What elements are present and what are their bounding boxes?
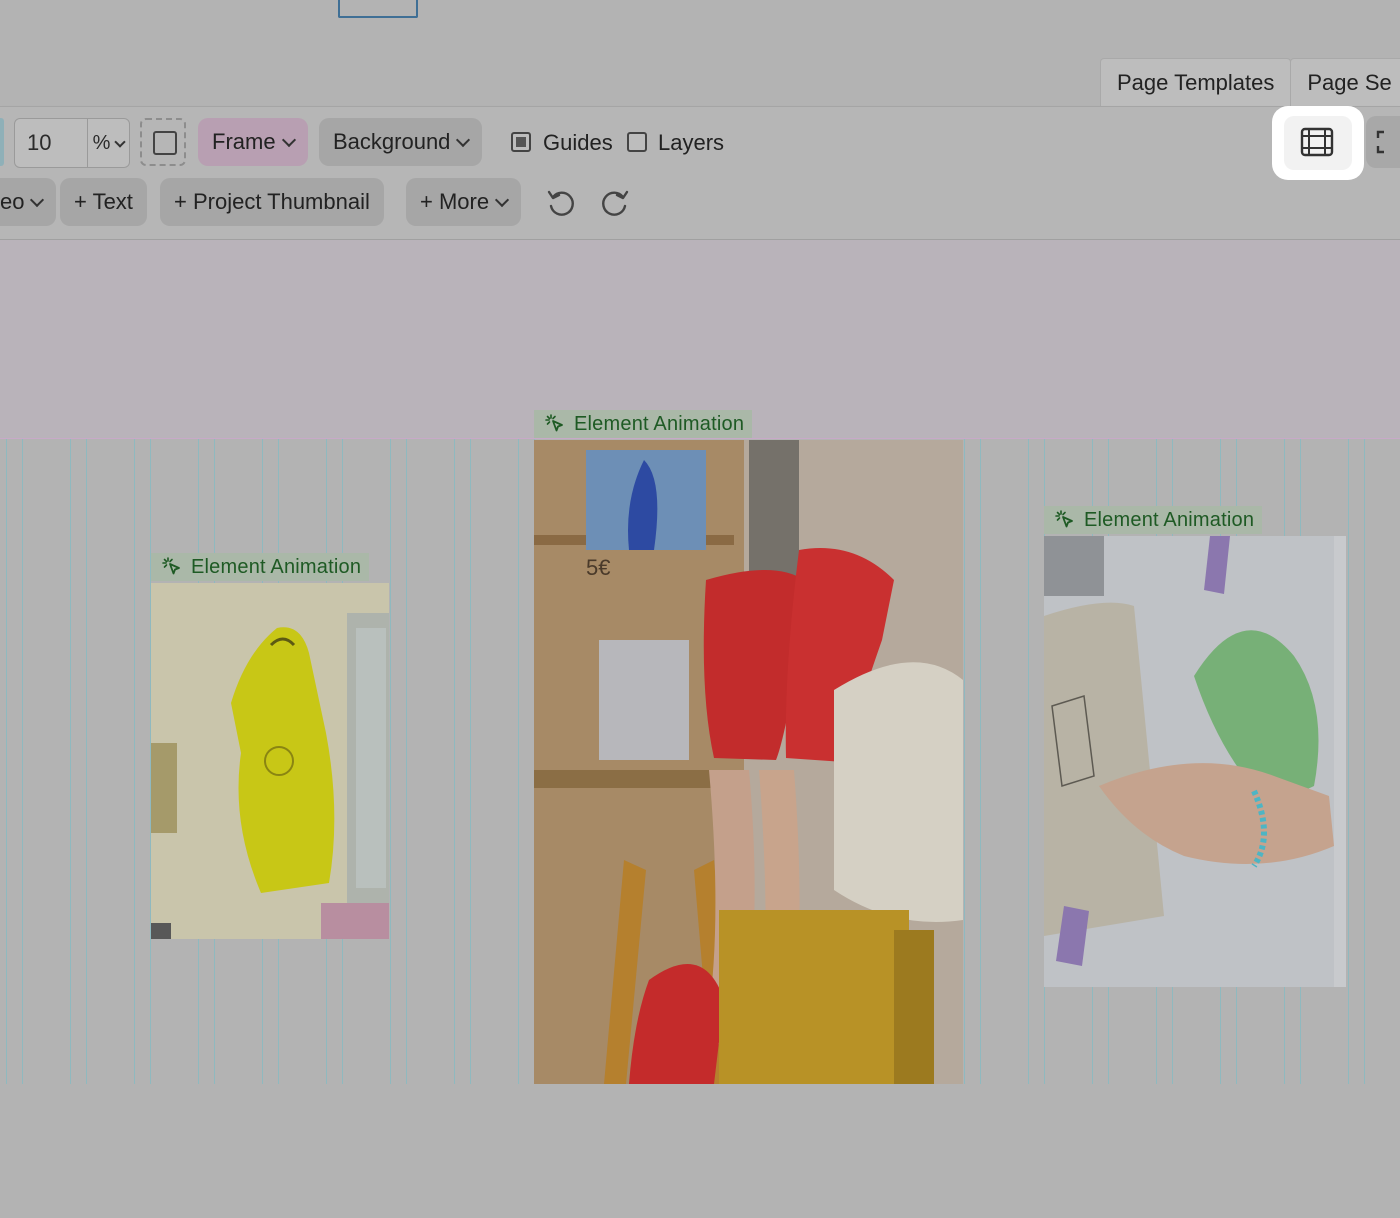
canvas-bottom-area — [0, 1084, 1400, 1218]
guides-checkbox[interactable] — [511, 132, 531, 152]
video-dropdown[interactable]: eo — [0, 178, 57, 226]
redo-icon[interactable] — [598, 186, 632, 220]
svg-text:5€: 5€ — [586, 555, 610, 580]
red-boots-photo[interactable]: 5€ — [534, 440, 963, 1084]
tab-page-templates[interactable]: Page Templates — [1100, 58, 1292, 107]
layers-checkbox[interactable] — [627, 132, 647, 152]
yellow-raincoat-illustration — [151, 583, 389, 939]
red-boots-illustration: 5€ — [534, 440, 963, 1084]
chevron-down-icon — [30, 192, 45, 208]
element-animation-tag[interactable]: Element Animation — [151, 553, 370, 581]
element-animation-tag[interactable]: Element Animation — [534, 410, 753, 438]
tab-page-settings[interactable]: Page Se — [1290, 58, 1400, 107]
frame-label: Frame — [212, 129, 276, 154]
film-strip-icon — [1300, 127, 1334, 157]
sparkle-cursor-icon — [545, 414, 563, 432]
sparkle-cursor-icon — [1055, 510, 1073, 528]
grid-unit-label: % — [92, 132, 111, 154]
more-label: + More — [420, 189, 490, 214]
yellow-raincoat-photo[interactable] — [151, 583, 389, 939]
hand-drawing-illustration — [1044, 536, 1346, 987]
guides-label: Guides — [543, 130, 613, 155]
animation-tag-label: Element Animation — [574, 413, 745, 435]
frame-outline-toggle[interactable] — [140, 118, 186, 166]
chevron-down-icon — [456, 132, 471, 148]
layers-label: Layers — [658, 130, 725, 155]
undo-icon[interactable] — [544, 186, 578, 220]
top-strip — [0, 0, 1400, 60]
grid-size-value[interactable]: 10 — [15, 119, 88, 167]
color-swatch-edge[interactable] — [0, 118, 4, 166]
sparkle-cursor-icon — [162, 557, 180, 575]
selected-tab-outline[interactable] — [338, 0, 418, 18]
chevron-down-icon — [281, 132, 296, 148]
fullscreen-button[interactable] — [1366, 116, 1400, 168]
background-label: Background — [333, 129, 451, 154]
grid-unit-select[interactable]: % — [88, 119, 129, 167]
element-animation-tag[interactable]: Element Animation — [1044, 506, 1263, 534]
add-project-thumbnail-button[interactable]: + Project Thumbnail — [160, 178, 384, 226]
page-tabs: Page Templates Page Se — [1100, 58, 1400, 108]
add-text-button[interactable]: + Text — [60, 178, 147, 226]
animation-tag-label: Element Animation — [1084, 509, 1255, 531]
chevron-down-icon — [495, 192, 510, 208]
hand-drawing-photo[interactable] — [1044, 536, 1346, 987]
more-dropdown[interactable]: + More — [406, 178, 522, 226]
square-icon — [153, 131, 177, 155]
video-label: eo — [0, 189, 25, 214]
film-strip-button-inner — [1284, 116, 1352, 170]
background-dropdown[interactable]: Background — [319, 118, 483, 166]
film-strip-button[interactable] — [1272, 106, 1364, 180]
grid-size-field[interactable]: 10 % — [14, 118, 130, 168]
animation-tag-label: Element Animation — [191, 556, 362, 578]
frame-dropdown[interactable]: Frame — [198, 118, 308, 166]
fullscreen-icon — [1376, 130, 1384, 154]
chevron-down-icon — [114, 136, 127, 148]
